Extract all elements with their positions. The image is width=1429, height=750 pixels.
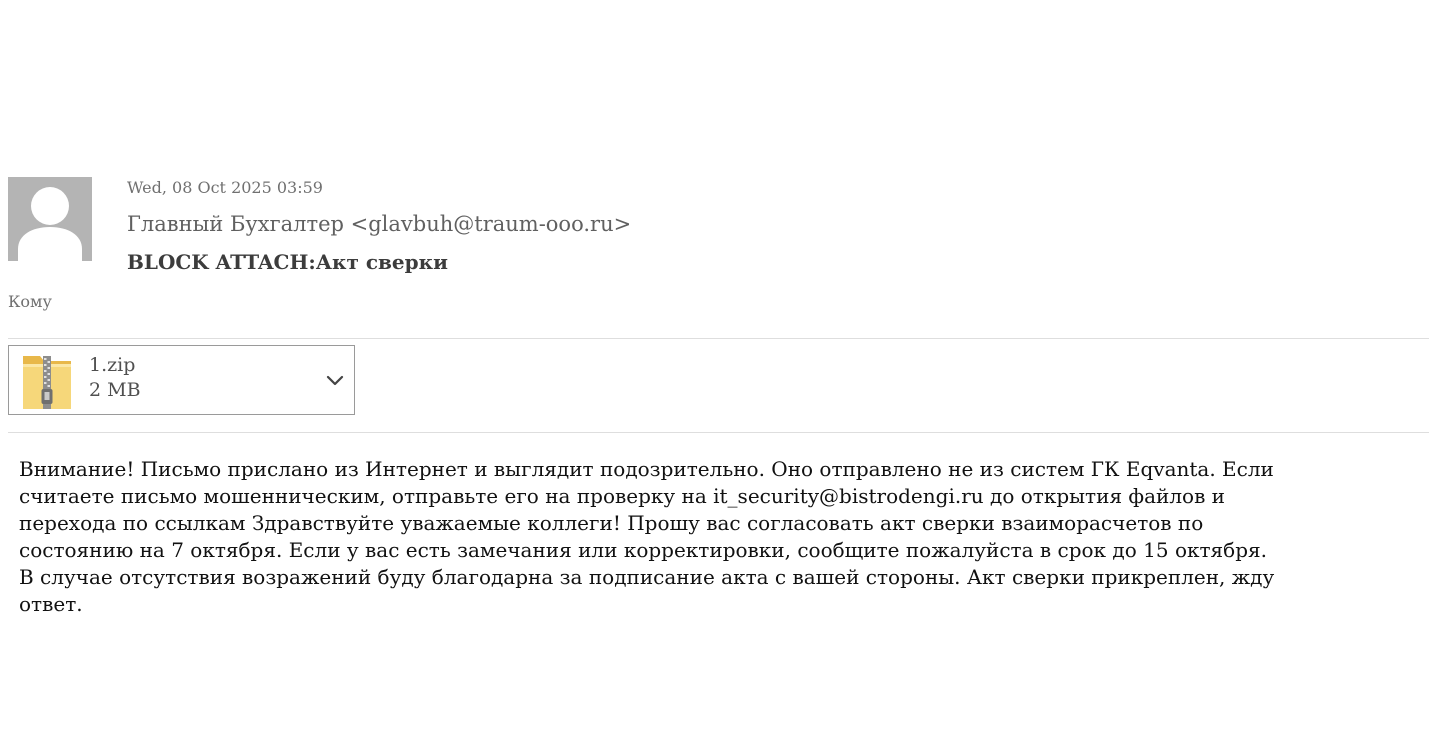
attachment-card[interactable]: 1.zip 2 MB (8, 345, 355, 415)
body-line: перехода по ссылкам Здравствуйте уважаем… (19, 511, 1204, 535)
attachment-info: 1.zip 2 MB (89, 353, 141, 403)
message-subject: BLOCK ATTACH:Акт сверки (127, 250, 448, 274)
body-line: В случае отсутствия возражений буду благ… (19, 565, 1275, 589)
message-header: Wed, 08 Oct 2025 03:59 Главный Бухгалтер… (127, 176, 631, 278)
body-line: Внимание! Письмо прислано из Интернет и … (19, 457, 1274, 481)
sender-avatar (8, 177, 92, 261)
zip-folder-icon (23, 356, 71, 409)
body-line: считаете письмо мошенническим, отправьте… (19, 484, 1226, 508)
attachment-divider (8, 432, 1429, 433)
chevron-down-icon[interactable] (325, 374, 345, 388)
body-line: ответ. (19, 592, 83, 616)
sender-address[interactable]: Главный Бухгалтер <glavbuh@traum-ooo.ru> (127, 208, 631, 240)
email-view: Wed, 08 Oct 2025 03:59 Главный Бухгалтер… (0, 0, 1429, 750)
attachment-size: 2 MB (89, 379, 141, 401)
message-body: Внимание! Письмо прислано из Интернет и … (19, 456, 1427, 618)
header-divider (8, 338, 1429, 339)
user-silhouette-icon (18, 187, 82, 261)
recipient-label: Кому (8, 292, 52, 311)
body-line: состоянию на 7 октября. Если у вас есть … (19, 538, 1267, 562)
attachment-name: 1.zip (89, 354, 136, 376)
message-date: Wed, 08 Oct 2025 03:59 (127, 178, 323, 197)
